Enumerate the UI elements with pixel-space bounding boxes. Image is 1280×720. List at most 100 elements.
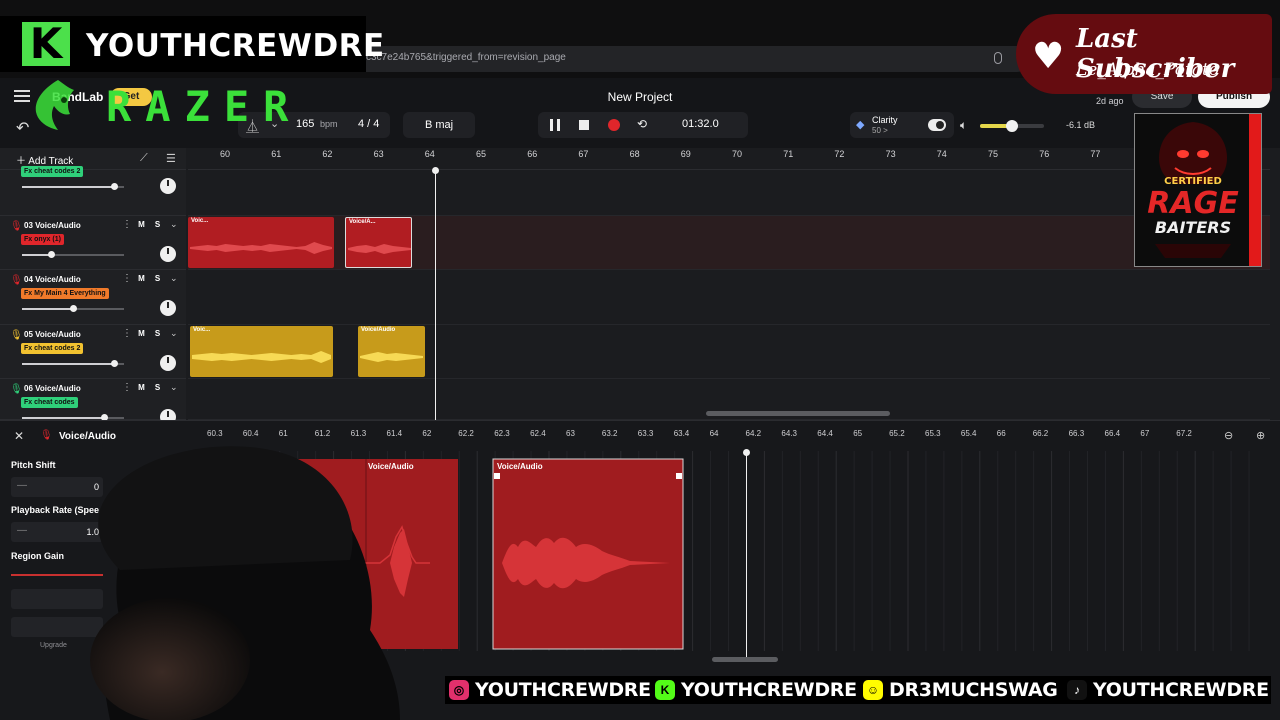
horizontal-scrollbar[interactable] — [706, 411, 890, 416]
loop-icon[interactable]: ⟲ — [637, 117, 647, 131]
region-handle-right[interactable] — [676, 473, 682, 479]
kick-icon: K — [655, 680, 675, 700]
zoom-out-icon[interactable]: ⊖ — [1224, 429, 1233, 442]
fx-badge[interactable]: Fx cheat codes 2 — [21, 166, 84, 177]
more-options-icon[interactable]: ⋮ — [122, 219, 132, 230]
track-name[interactable]: 03 Voice/Audio — [24, 221, 81, 230]
social-handle-text: YOUTHCREWDRE — [1093, 679, 1269, 701]
ruler-marker: 73 — [885, 149, 896, 159]
track-volume-slider[interactable] — [22, 305, 124, 312]
ruler-marker: 66 — [527, 149, 538, 159]
project-title[interactable]: New Project — [560, 90, 720, 104]
fx-badge[interactable]: Fx cheat codes 2 — [21, 343, 84, 354]
mic-icon: 🎙︎ — [10, 275, 23, 286]
chevron-down-icon[interactable]: ⌄ — [170, 273, 178, 284]
fx-badge[interactable]: Fx cheat codes — [21, 397, 78, 408]
fx-badge[interactable]: Fx onyx (1) — [21, 234, 64, 245]
track-volume-fill — [22, 308, 73, 310]
track-volume-knob[interactable] — [110, 183, 118, 190]
audio-region[interactable]: Voice/A... — [345, 217, 412, 268]
ruler-marker: 64 — [424, 149, 435, 159]
track-lane[interactable] — [188, 170, 1270, 216]
solo-button[interactable]: S — [151, 382, 164, 394]
chevron-down-icon[interactable]: ⌄ — [170, 328, 178, 339]
track-lane[interactable]: Voic... Voice/Audio — [188, 325, 1270, 379]
mixer-icon[interactable]: ☰ — [166, 152, 176, 165]
mute-button[interactable]: M — [135, 273, 148, 285]
track-volume-slider[interactable] — [22, 251, 124, 258]
ruler-marker: 74 — [936, 149, 947, 159]
ruler-marker: 75 — [988, 149, 999, 159]
record-icon[interactable] — [608, 119, 620, 131]
razer-text: RAZER — [106, 82, 303, 131]
track-lane[interactable] — [188, 270, 1270, 325]
track-volume-knob[interactable] — [47, 251, 55, 258]
mute-button[interactable]: M — [135, 328, 148, 340]
editor-ruler-marker: 66.2 — [1032, 429, 1049, 438]
track-volume-knob[interactable] — [110, 360, 118, 367]
track-name[interactable]: 06 Voice/Audio — [24, 384, 81, 393]
track-header[interactable]: 🎙︎ 03 Voice/Audio ⋮ M S ⌄ Fx onyx (1) — [0, 216, 186, 270]
solo-button[interactable]: S — [151, 273, 164, 285]
track-header[interactable]: 🎙︎ 06 Voice/Audio ⋮ M S ⌄ Fx cheat codes — [0, 379, 186, 425]
editor-ruler-marker: 62 — [422, 429, 432, 438]
more-options-icon[interactable]: ⋮ — [122, 382, 132, 393]
editor-scrollbar[interactable] — [712, 657, 778, 662]
chevron-down-icon[interactable]: ⌄ — [170, 382, 178, 393]
clarity-toggle[interactable] — [928, 119, 946, 131]
more-options-icon[interactable]: ⋮ — [122, 273, 132, 284]
microphone-icon[interactable] — [994, 52, 1002, 64]
track-volume-slider[interactable] — [22, 414, 124, 421]
editor-ruler-marker: 65.2 — [889, 429, 905, 438]
stop-icon[interactable] — [579, 120, 589, 130]
track-name[interactable]: 05 Voice/Audio — [24, 330, 81, 339]
master-volume-knob[interactable] — [1006, 120, 1018, 132]
track-header[interactable]: 🎙︎ 05 Voice/Audio ⋮ M S ⌄ Fx cheat codes 2 — [0, 325, 186, 379]
audio-region[interactable]: Voic... — [190, 326, 333, 377]
pan-knob[interactable] — [160, 355, 176, 371]
address-bar[interactable]: c3c7e24b765&triggered_from=revision_page — [330, 46, 1030, 72]
pause-icon[interactable] — [550, 119, 560, 131]
key-button[interactable]: B maj — [403, 112, 475, 138]
fx-badge[interactable]: Fx My Main 4 Everything — [21, 288, 109, 299]
playhead[interactable] — [432, 167, 439, 420]
editor-ruler-marker: 66.3 — [1068, 429, 1085, 438]
track-volume-slider[interactable] — [22, 183, 124, 190]
ruler-marker: 72 — [834, 149, 845, 159]
ruler-marker: 67 — [578, 149, 589, 159]
editor-ruler-marker: 66.4 — [1104, 429, 1121, 438]
track-volume-knob[interactable] — [70, 305, 77, 312]
track-header[interactable]: 🎙︎ 04 Voice/Audio ⋮ M S ⌄ Fx My Main 4 Everyth… — [0, 270, 186, 325]
track-volume-slider[interactable] — [22, 360, 124, 367]
mute-button[interactable]: M — [135, 382, 148, 394]
automation-icon[interactable]: ⟋ — [140, 152, 148, 165]
zoom-in-icon[interactable]: ⊕ — [1256, 429, 1265, 442]
track-name[interactable]: 04 Voice/Audio — [24, 275, 81, 284]
pan-knob[interactable] — [160, 178, 176, 194]
speaker-icon[interactable]: 🔈︎ — [960, 118, 967, 133]
master-volume-slider[interactable] — [980, 120, 1044, 132]
audio-region[interactable]: Voic... — [188, 217, 334, 268]
track-lane[interactable]: Voic... Voice/A... — [188, 216, 1270, 270]
mute-button[interactable]: M — [135, 219, 148, 231]
more-options-icon[interactable]: ⋮ — [122, 328, 132, 339]
poster-line-3: BAITERS — [1154, 218, 1232, 237]
solo-button[interactable]: S — [151, 219, 164, 231]
editor-ruler-marker: 64.3 — [781, 429, 797, 438]
editor-ruler-marker: 65 — [853, 429, 863, 438]
editor-playhead[interactable] — [743, 449, 750, 658]
time-signature[interactable]: 4 / 4 — [358, 118, 379, 130]
add-track-button[interactable]: ＋ Add Track — [16, 152, 73, 167]
solo-button[interactable]: S — [151, 328, 164, 340]
channel-banner: K YOUTHCREWDRE — [0, 16, 384, 72]
ruler-marker: 69 — [680, 149, 691, 159]
clarity-control[interactable]: ◆ Clarity 50 > — [850, 112, 954, 138]
timeline-ruler[interactable]: 60 61 62 63 64 65 66 67 68 69 70 71 72 73 74 75 76 77 — [188, 148, 1270, 170]
channel-name: YOUTHCREWDRE — [86, 28, 385, 64]
pan-knob[interactable] — [160, 300, 176, 316]
pan-knob[interactable] — [160, 246, 176, 262]
chevron-down-icon[interactable]: ⌄ — [170, 219, 178, 230]
track-header[interactable]: Fx cheat codes 2 — [0, 166, 186, 216]
region-handle-left[interactable] — [494, 473, 500, 479]
audio-region[interactable]: Voice/Audio — [358, 326, 425, 377]
